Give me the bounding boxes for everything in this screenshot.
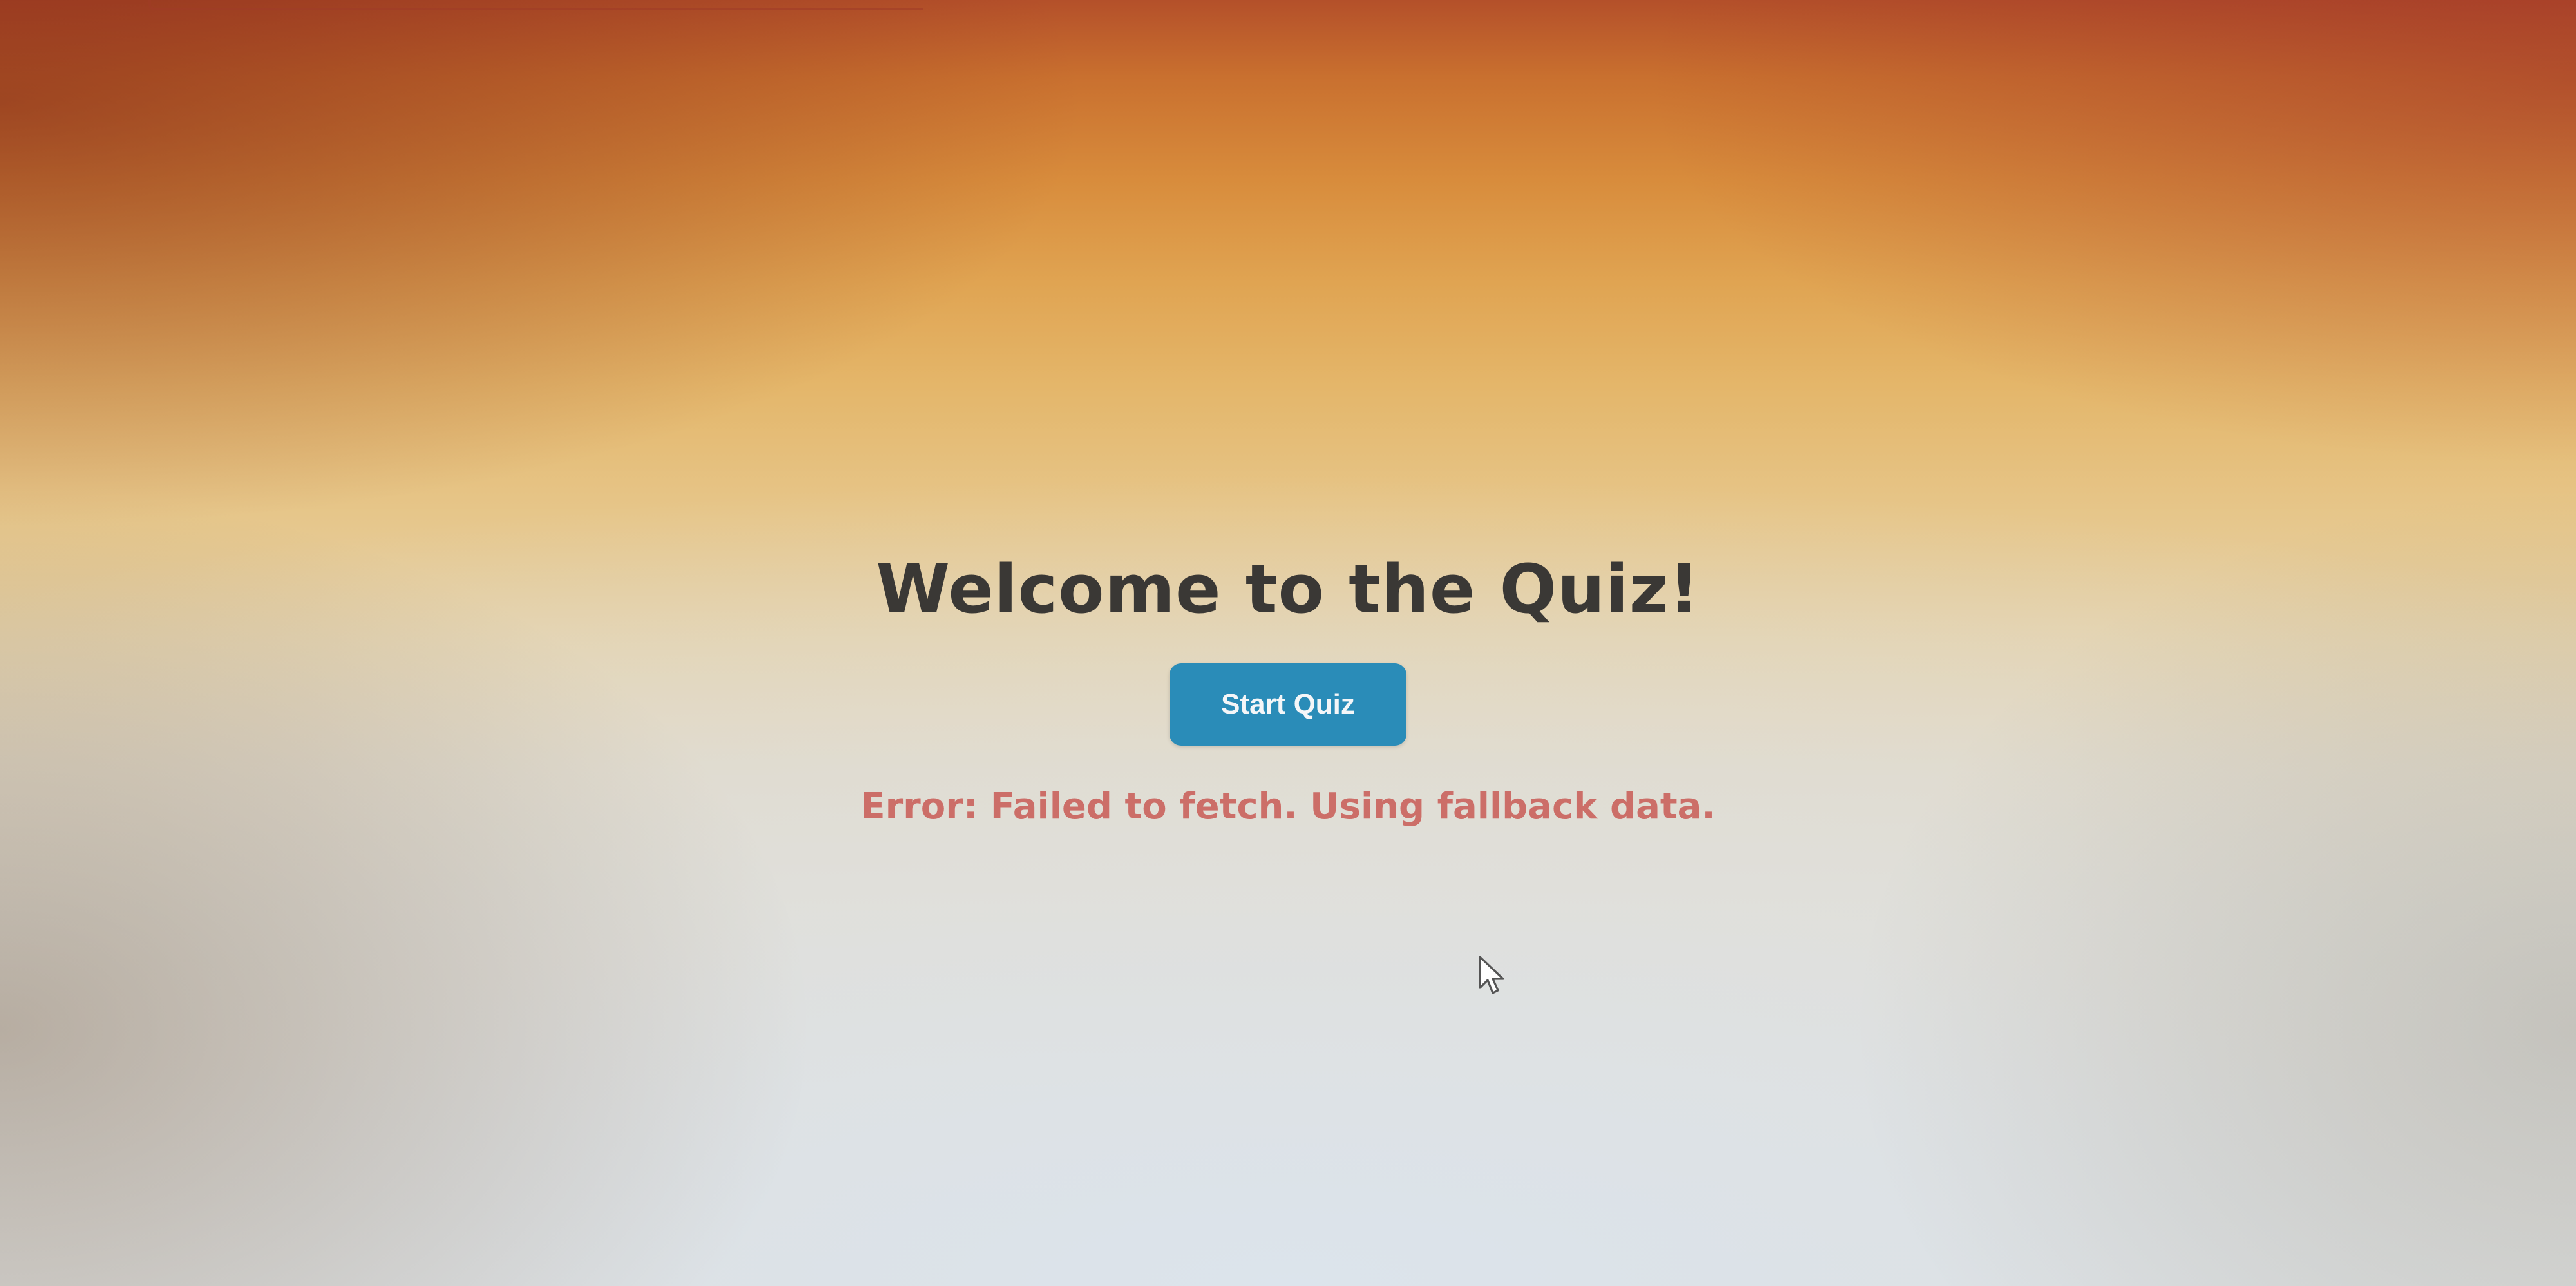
quiz-start-panel: Welcome to the Quiz! Start Quiz Error: F… — [0, 547, 2576, 829]
mouse-pointer-icon — [1479, 956, 1504, 994]
window-edge — [148, 0, 923, 10]
page-title: Welcome to the Quiz! — [876, 550, 1700, 629]
error-message: Error: Failed to fetch. Using fallback d… — [860, 786, 1716, 827]
start-quiz-button[interactable]: Start Quiz — [1170, 663, 1406, 746]
